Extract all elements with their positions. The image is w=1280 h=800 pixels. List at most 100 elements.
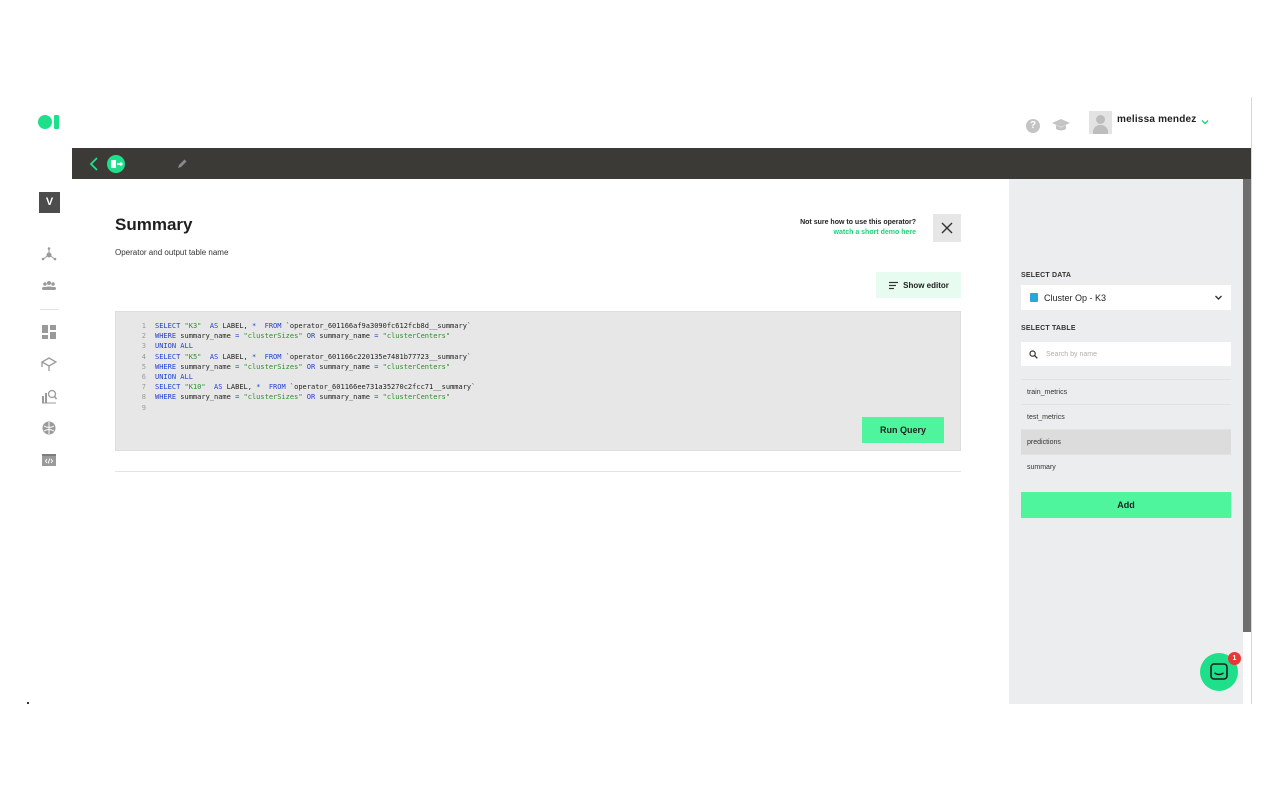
select-table-label: SELECT TABLE [1021, 325, 1076, 332]
code-token: "K5" [184, 352, 202, 361]
code-token: `operator_601166af9a3090fc612fcb8d__summ… [281, 322, 472, 330]
close-button[interactable] [933, 214, 961, 242]
chevron-down-icon[interactable] [1200, 117, 1210, 127]
database-icon [1030, 293, 1038, 302]
avatar[interactable] [1089, 111, 1112, 134]
panel-edge [1251, 97, 1252, 704]
code-token: "clusterCenters" [382, 362, 451, 371]
code-token: WHERE [155, 393, 177, 402]
data-select-value: Cluster Op - K3 [1044, 292, 1107, 303]
code-line: 9 [126, 403, 475, 413]
code-token: "clusterSizes" [243, 393, 303, 402]
code-line: 7 SELECT "K10" AS LABEL, * FROM `operator… [126, 382, 476, 392]
brand-logo[interactable] [38, 114, 62, 130]
pencil-icon[interactable] [176, 158, 188, 170]
code-lines: 1 SELECT "K3" AS LABEL, * FROM `operator_… [126, 321, 476, 413]
line-number: 8 [141, 393, 146, 402]
code-token: summary_name [315, 362, 375, 371]
code-token: OR [306, 362, 316, 371]
code-token: FROM [268, 383, 286, 392]
user-name[interactable]: melissa mendez [1117, 114, 1197, 125]
users-icon[interactable] [41, 278, 57, 294]
code-token: `operator_601166c220135e7481b77723__summ… [281, 352, 472, 361]
help-icon[interactable]: ? [1026, 119, 1040, 133]
graduation-cap-icon[interactable] [1052, 118, 1070, 132]
code-line: 3 UNION ALL [126, 341, 475, 351]
chevron-left-icon[interactable] [88, 156, 100, 172]
code-icon[interactable] [41, 452, 57, 468]
dashboard-icon[interactable] [41, 324, 57, 340]
select-data-label: SELECT DATA [1021, 272, 1072, 279]
table-search[interactable] [1021, 342, 1231, 366]
code-token: AS [209, 352, 219, 361]
code-token: summary_name [315, 332, 375, 341]
code-token: "clusterCenters" [382, 332, 451, 341]
code-token: "clusterSizes" [243, 362, 303, 371]
scrollbar[interactable] [1243, 179, 1251, 632]
line-number: 2 [141, 332, 146, 341]
run-query-button[interactable]: Run Query [862, 417, 944, 443]
workspace-badge[interactable]: V [39, 192, 60, 213]
search-icon [1029, 349, 1038, 359]
code-line: 2 WHERE summary_name = "clusterSizes" OR … [126, 331, 475, 341]
page-subtitle: Operator and output table name [115, 248, 229, 257]
code-token: "clusterCenters" [382, 393, 451, 402]
close-icon [941, 222, 953, 234]
code-token: "K3" [184, 322, 202, 330]
operator-icon [107, 155, 125, 173]
code-token: FROM [264, 352, 282, 361]
sql-editor[interactable]: 1 SELECT "K3" AS LABEL, * FROM `operator_… [115, 311, 961, 451]
line-number: 6 [141, 373, 146, 382]
code-token: WHERE [155, 362, 177, 371]
code-line: 4 SELECT "K5" AS LABEL, * FROM `operator_… [126, 352, 475, 362]
code-token: UNION ALL [155, 342, 193, 351]
demo-link[interactable]: watch a short demo here [730, 229, 916, 236]
table-item-predictions[interactable]: predictions [1021, 429, 1231, 454]
network-icon[interactable] [41, 246, 57, 262]
brain-icon[interactable] [41, 420, 57, 436]
code-token: "clusterSizes" [243, 332, 303, 341]
table-list: train_metrics test_metrics predictions summ… [1021, 379, 1231, 479]
analysis-icon[interactable] [41, 388, 57, 404]
code-token: OR [306, 393, 316, 402]
table-item-summary[interactable]: summary [1021, 454, 1231, 479]
table-item-test-metrics[interactable]: test_metrics [1021, 404, 1231, 429]
model-icon[interactable] [41, 356, 57, 372]
code-line: 1 SELECT "K3" AS LABEL, * FROM `operator_… [126, 321, 475, 331]
code-token: summary_name [176, 393, 236, 402]
code-line: 5 WHERE summary_name = "clusterSizes" OR … [126, 362, 475, 372]
code-token: summary_name [315, 393, 375, 402]
code-token: UNION ALL [155, 373, 193, 382]
code-token: `operator_601166ee731a35270c2fcc71__summ… [285, 383, 476, 392]
code-token: SELECT [155, 352, 185, 361]
code-token: SELECT [155, 322, 185, 330]
add-button[interactable]: Add [1021, 492, 1231, 518]
stray-dot [27, 702, 29, 704]
code-token: LABEL, [218, 352, 252, 361]
code-line: 8 WHERE summary_name = "clusterSizes" OR … [126, 392, 475, 402]
code-token: LABEL, [222, 383, 257, 392]
code-token: OR [306, 332, 316, 341]
code-token: AS [209, 322, 219, 330]
line-number: 1 [141, 322, 146, 330]
page-title: Summary [115, 215, 193, 234]
code-token: SELECT [155, 383, 185, 392]
notification-badge: 1 [1228, 652, 1241, 665]
help-text: Not sure how to use this operator? [800, 219, 916, 226]
line-number: 3 [141, 342, 146, 351]
line-number: 7 [141, 383, 146, 392]
data-select[interactable]: Cluster Op - K3 [1021, 285, 1231, 310]
line-number: 5 [141, 362, 146, 371]
table-item-train-metrics[interactable]: train_metrics [1021, 379, 1231, 404]
code-token: WHERE [155, 332, 177, 341]
code-token: LABEL, [218, 322, 252, 330]
code-line: 6 UNION ALL [126, 372, 475, 382]
show-editor-button[interactable]: Show editor [876, 272, 961, 298]
search-input[interactable] [1044, 349, 1218, 359]
